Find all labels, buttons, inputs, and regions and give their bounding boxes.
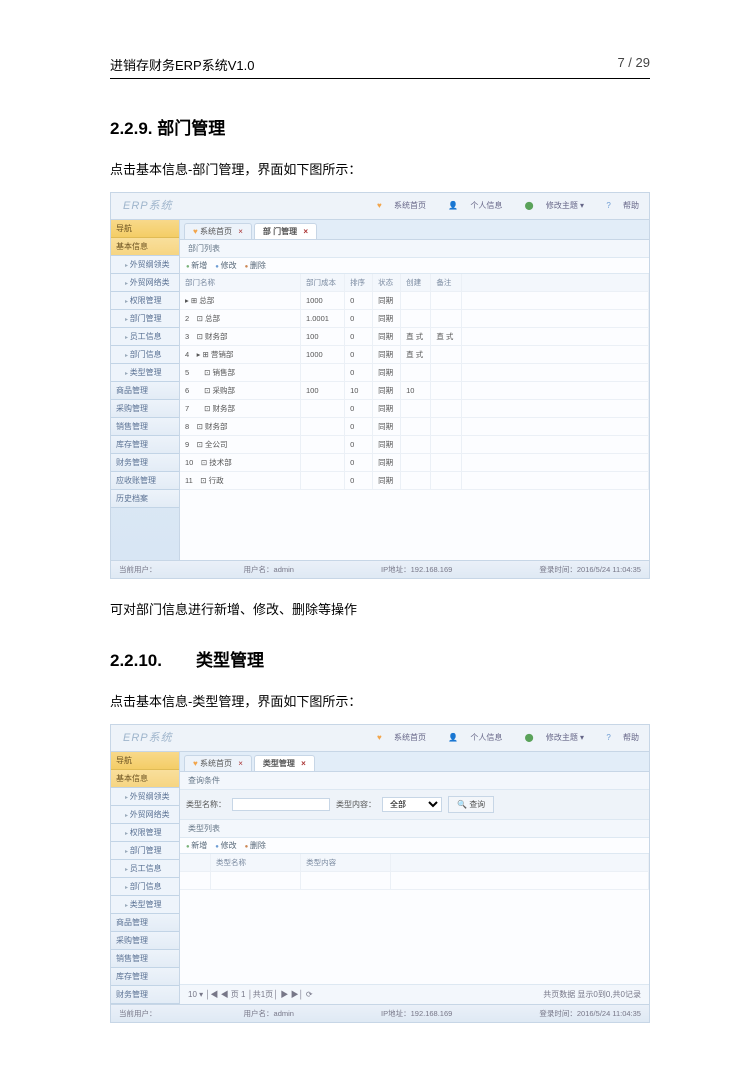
link-theme[interactable]: ⬤ 修改主题 ▾ [515, 201, 584, 210]
nav-item[interactable]: 部门管理 [111, 310, 179, 328]
screenshot-type: ERP系统 ♥ 系统首页 👤 个人信息 ⬤ 修改主题 ▾ ? 帮助 导航 基本信… [110, 724, 650, 1023]
nav-item[interactable]: 员工信息 [111, 860, 179, 878]
tab-dept[interactable]: 部 门管理 × [254, 223, 317, 239]
link-help[interactable]: ? 帮助 [596, 733, 639, 742]
nav-basic[interactable]: 基本信息 [111, 238, 179, 256]
query-panel-title: 查询条件 [180, 772, 649, 790]
table-row[interactable]: 5 ⊡ 销售部0同期 [180, 364, 649, 382]
nav-section[interactable]: 应收账管理 [111, 472, 179, 490]
nav-basic[interactable]: 基本信息 [111, 770, 179, 788]
nav-item[interactable]: 外贸纲领类 [111, 788, 179, 806]
table-row[interactable]: 6 ⊡ 采购部10010同期10 [180, 382, 649, 400]
delete-button[interactable]: 删除 [245, 260, 266, 271]
add-button[interactable]: 新增 [186, 260, 207, 271]
screenshot-dept: ERP系统 ♥ 系统首页 👤 个人信息 ⬤ 修改主题 ▾ ? 帮助 导航 基本信… [110, 192, 650, 579]
nav-item[interactable]: 外贸网络类 [111, 274, 179, 292]
nav-section[interactable]: 商品管理 [111, 914, 179, 932]
close-icon[interactable]: × [238, 759, 243, 768]
status-bar: 当前用户： 用户名：admin IP地址：192.168.169 登录时间：20… [111, 560, 649, 578]
table-row[interactable]: 7 ⊡ 财务部0同期 [180, 400, 649, 418]
nav-section[interactable]: 财务管理 [111, 454, 179, 472]
close-icon[interactable]: × [301, 759, 306, 768]
query-row: 类型名称： 类型内容： 全部 🔍 查询 [180, 790, 649, 820]
sidebar: 导航 基本信息 外贸纲领类 外贸网络类 权限管理 部门管理 员工信息 部门信息 … [111, 752, 180, 1004]
nav-title: 导航 [111, 752, 179, 770]
label-typecontent: 类型内容： [336, 799, 376, 810]
edit-button[interactable]: 修改 [215, 840, 236, 851]
table-row[interactable]: 3 ⊡ 财务部1000同期直 式直 式 [180, 328, 649, 346]
tabs: ♥ 系统首页 × 类型管理 × [180, 752, 649, 772]
doc-title: 进销存财务ERP系统V1.0 [110, 55, 254, 74]
app-logo: ERP系统 [111, 725, 181, 751]
nav-item[interactable]: 权限管理 [111, 824, 179, 842]
table-row[interactable]: 10 ⊡ 技术部0同期 [180, 454, 649, 472]
section-heading-type: 2.2.10. 类型管理 [110, 646, 650, 671]
nav-item[interactable]: 部门信息 [111, 346, 179, 364]
table-row[interactable]: 8 ⊡ 财务部0同期 [180, 418, 649, 436]
nav-section[interactable]: 采购管理 [111, 400, 179, 418]
typecontent-select[interactable]: 全部 [382, 797, 442, 812]
table-row[interactable]: 2 ⊡ 总部1.00010同期 [180, 310, 649, 328]
table-row[interactable]: ▸ ⊞ 总部10000同期 [180, 292, 649, 310]
link-theme[interactable]: ⬤ 修改主题 ▾ [515, 733, 584, 742]
type-table: 类型名称 类型内容 [180, 854, 649, 890]
table-row[interactable]: 4 ▸ ⊞ 营销部10000同期直 式 [180, 346, 649, 364]
section-heading-dept: 2.2.9. 部门管理 [110, 114, 650, 139]
edit-button[interactable]: 修改 [215, 260, 236, 271]
link-home[interactable]: ♥ 系统首页 [367, 201, 426, 210]
nav-item[interactable]: 外贸网络类 [111, 806, 179, 824]
label-typename: 类型名称： [186, 799, 226, 810]
close-icon[interactable]: × [303, 227, 308, 236]
panel-title: 部门列表 [180, 240, 649, 258]
page-header: 进销存财务ERP系统V1.0 7 / 29 [110, 55, 650, 79]
search-button[interactable]: 🔍 查询 [448, 796, 494, 813]
add-button[interactable]: 新增 [186, 840, 207, 851]
nav-item[interactable]: 部门管理 [111, 842, 179, 860]
tab-home[interactable]: ♥ 系统首页 × [184, 223, 252, 239]
pager[interactable]: 10 ▾ │◀ ◀ 页 1 │共1页│ ▶ ▶│ ⟳ 共页数据 显示0到0,共0… [180, 984, 649, 1004]
close-icon[interactable]: × [238, 227, 243, 236]
tab-type[interactable]: 类型管理 × [254, 755, 315, 771]
nav-section[interactable]: 库存管理 [111, 968, 179, 986]
nav-section[interactable]: 采购管理 [111, 932, 179, 950]
nav-item[interactable]: 权限管理 [111, 292, 179, 310]
nav-title: 导航 [111, 220, 179, 238]
app-logo: ERP系统 [111, 193, 181, 219]
link-profile[interactable]: 👤 个人信息 [438, 201, 502, 210]
tab-home[interactable]: ♥ 系统首页 × [184, 755, 252, 771]
section-outro: 可对部门信息进行新增、修改、删除等操作 [110, 599, 650, 618]
nav-section[interactable]: 销售管理 [111, 418, 179, 436]
nav-item[interactable]: 员工信息 [111, 328, 179, 346]
section-intro-2: 点击基本信息-类型管理，界面如下图所示： [110, 691, 650, 710]
link-help[interactable]: ? 帮助 [596, 201, 639, 210]
app-topbar: ♥ 系统首页 👤 个人信息 ⬤ 修改主题 ▾ ? 帮助 [357, 197, 649, 215]
toolbar: 新增 修改 删除 [180, 258, 649, 274]
app-topbar: ♥ 系统首页 👤 个人信息 ⬤ 修改主题 ▾ ? 帮助 [357, 729, 649, 747]
toolbar: 新增 修改 删除 [180, 838, 649, 854]
nav-section[interactable]: 财务管理 [111, 986, 179, 1004]
table-row[interactable]: 9 ⊡ 全公司0同期 [180, 436, 649, 454]
nav-section[interactable]: 销售管理 [111, 950, 179, 968]
nav-item[interactable]: 类型管理 [111, 896, 179, 914]
page-number: 7 / 29 [617, 55, 650, 74]
status-bar: 当前用户： 用户名：admin IP地址：192.168.169 登录时间：20… [111, 1004, 649, 1022]
tabs: ♥ 系统首页 × 部 门管理 × [180, 220, 649, 240]
nav-item[interactable]: 类型管理 [111, 364, 179, 382]
link-profile[interactable]: 👤 个人信息 [438, 733, 502, 742]
dept-table: 部门名称部门成本排序状态创建备注 ▸ ⊞ 总部10000同期2 ⊡ 总部1.00… [180, 274, 649, 490]
delete-button[interactable]: 删除 [245, 840, 266, 851]
typename-input[interactable] [232, 798, 330, 811]
nav-item[interactable]: 外贸纲领类 [111, 256, 179, 274]
nav-section[interactable]: 历史档案 [111, 490, 179, 508]
section-intro: 点击基本信息-部门管理，界面如下图所示： [110, 159, 650, 178]
nav-section[interactable]: 库存管理 [111, 436, 179, 454]
list-panel-title: 类型列表 [180, 820, 649, 838]
table-row[interactable]: 11 ⊡ 行政0同期 [180, 472, 649, 490]
nav-section[interactable]: 商品管理 [111, 382, 179, 400]
link-home[interactable]: ♥ 系统首页 [367, 733, 426, 742]
nav-item[interactable]: 部门信息 [111, 878, 179, 896]
sidebar: 导航 基本信息 外贸纲领类 外贸网络类 权限管理 部门管理 员工信息 部门信息 … [111, 220, 180, 560]
